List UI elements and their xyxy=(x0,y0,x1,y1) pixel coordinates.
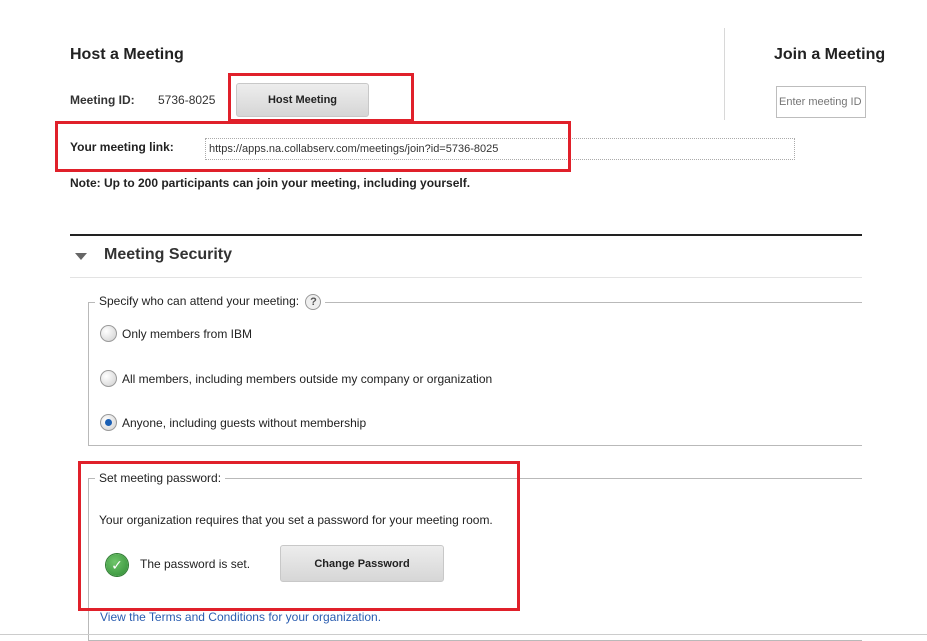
meeting-link-field[interactable]: https://apps.na.collabserv.com/meetings/… xyxy=(205,138,795,160)
collapse-arrow-icon[interactable] xyxy=(75,253,87,260)
join-meeting-title: Join a Meeting xyxy=(774,46,886,63)
section-subdivider xyxy=(70,277,862,278)
check-icon: ✓ xyxy=(106,554,128,576)
password-status-text: The password is set. xyxy=(140,557,251,571)
password-legend: Set meeting password: xyxy=(99,471,222,485)
radio-button[interactable] xyxy=(100,325,117,342)
meeting-security-heading[interactable]: Meeting Security xyxy=(104,246,232,264)
attendance-option-all-members[interactable]: All members, including members outside m… xyxy=(100,370,492,387)
host-meeting-button[interactable]: Host Meeting xyxy=(236,83,369,117)
attendance-option-label: Anyone, including guests without members… xyxy=(122,415,367,430)
attendance-legend-text: Specify who can attend your meeting: xyxy=(99,294,300,309)
attendance-option-label: All members, including members outside m… xyxy=(122,371,493,386)
meeting-id-label: Meeting ID: xyxy=(70,93,135,107)
change-password-button[interactable]: Change Password xyxy=(280,545,444,582)
attendance-option-label: Only members from IBM xyxy=(122,326,253,341)
section-divider xyxy=(70,234,862,236)
attendance-option-anyone[interactable]: Anyone, including guests without members… xyxy=(100,414,366,431)
attendance-legend: Specify who can attend your meeting: ? xyxy=(95,294,325,310)
bottom-divider xyxy=(0,634,927,635)
host-meeting-title: Host a Meeting xyxy=(70,46,184,63)
participants-note: Note: Up to 200 participants can join yo… xyxy=(70,176,471,190)
meeting-id-value: 5736-8025 xyxy=(158,93,216,107)
join-meeting-id-input[interactable] xyxy=(776,86,866,118)
meeting-link-label: Your meeting link: xyxy=(70,140,174,154)
attendance-option-ibm-members[interactable]: Only members from IBM xyxy=(100,325,252,342)
terms-link[interactable]: View the Terms and Conditions for your o… xyxy=(100,610,381,624)
help-icon[interactable]: ? xyxy=(305,294,322,310)
radio-button-selected[interactable] xyxy=(100,414,117,431)
radio-button[interactable] xyxy=(100,370,117,387)
column-divider xyxy=(724,28,725,120)
password-requirement-text: Your organization requires that you set … xyxy=(99,513,493,527)
